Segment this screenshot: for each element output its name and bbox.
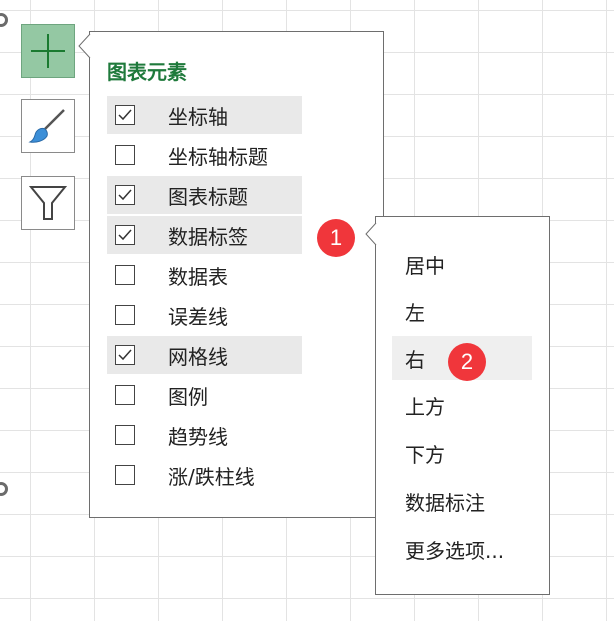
chart-element-label: 数据表	[168, 264, 228, 289]
check-icon	[118, 229, 132, 241]
chart-element-error-bars[interactable]: 误差线	[107, 296, 302, 334]
check-icon	[118, 189, 132, 201]
chart-styles-button[interactable]	[21, 99, 75, 153]
checkbox-chart-title[interactable]	[115, 185, 135, 205]
chart-element-label: 趋势线	[168, 424, 228, 449]
chart-element-axes[interactable]: 坐标轴	[107, 96, 302, 134]
submenu-item-below[interactable]: 下方	[392, 431, 532, 475]
submenu-item-left[interactable]: 左	[392, 289, 532, 333]
chart-element-gridlines[interactable]: 网格线	[107, 336, 302, 374]
checkbox-axes[interactable]	[115, 105, 135, 125]
chart-element-label: 坐标轴标题	[168, 144, 268, 169]
panel-pointer	[78, 34, 91, 58]
chart-filters-button[interactable]	[21, 176, 75, 230]
data-labels-submenu: 居中 左 右 上方 下方 数据标注 更多选项...	[375, 216, 550, 595]
chart-elements-button[interactable]	[21, 24, 75, 78]
checkbox-legend[interactable]	[115, 385, 135, 405]
chart-element-legend[interactable]: 图例	[107, 376, 302, 414]
panel-title: 图表元素	[107, 60, 187, 84]
chart-elements-panel: 图表元素 坐标轴 坐标轴标题 图表标题 数据标签 数据表 误差线 网格线 图例 …	[89, 31, 384, 518]
submenu-item-label: 上方	[405, 394, 445, 419]
chart-element-data-labels[interactable]: 数据标签	[107, 216, 302, 254]
plus-icon	[31, 34, 65, 68]
submenu-pointer	[365, 223, 377, 245]
chart-element-label: 坐标轴	[168, 104, 228, 129]
step-badge-1: 1	[317, 219, 355, 257]
chart-element-axis-titles[interactable]: 坐标轴标题	[107, 136, 302, 174]
chart-element-label: 图例	[168, 384, 208, 409]
chart-resize-handle-top[interactable]	[0, 13, 8, 27]
checkbox-data-table[interactable]	[115, 265, 135, 285]
check-icon	[118, 349, 132, 361]
submenu-item-label: 右	[405, 347, 425, 372]
chart-element-chart-title[interactable]: 图表标题	[107, 176, 302, 214]
chart-resize-handle-middle[interactable]	[0, 482, 8, 496]
chart-element-trendline[interactable]: 趋势线	[107, 416, 302, 454]
checkbox-data-labels[interactable]	[115, 225, 135, 245]
chart-element-up-down-bars[interactable]: 涨/跌柱线	[107, 456, 302, 494]
check-icon	[118, 109, 132, 121]
submenu-item-label: 左	[405, 300, 425, 325]
chart-element-label: 网格线	[168, 344, 228, 369]
submenu-item-data-callout[interactable]: 数据标注	[392, 479, 532, 523]
chart-element-label: 误差线	[168, 304, 228, 329]
checkbox-axis-titles[interactable]	[115, 145, 135, 165]
step-badge-2: 2	[448, 343, 486, 381]
submenu-item-label: 更多选项...	[405, 538, 505, 563]
chart-element-label: 数据标签	[168, 224, 248, 249]
chart-element-data-table[interactable]: 数据表	[107, 256, 302, 294]
brush-icon	[28, 109, 65, 143]
checkbox-up-down-bars[interactable]	[115, 465, 135, 485]
chart-element-label: 图表标题	[168, 184, 248, 209]
checkbox-trendline[interactable]	[115, 425, 135, 445]
submenu-item-center[interactable]: 居中	[392, 242, 532, 286]
submenu-item-more-options[interactable]: 更多选项...	[392, 527, 532, 571]
submenu-item-above[interactable]: 上方	[392, 383, 532, 427]
chart-element-label: 涨/跌柱线	[168, 464, 255, 489]
submenu-item-label: 数据标注	[405, 490, 485, 515]
checkbox-error-bars[interactable]	[115, 305, 135, 325]
filter-icon	[28, 186, 68, 220]
submenu-item-label: 居中	[405, 253, 445, 278]
submenu-item-label: 下方	[405, 442, 445, 467]
checkbox-gridlines[interactable]	[115, 345, 135, 365]
